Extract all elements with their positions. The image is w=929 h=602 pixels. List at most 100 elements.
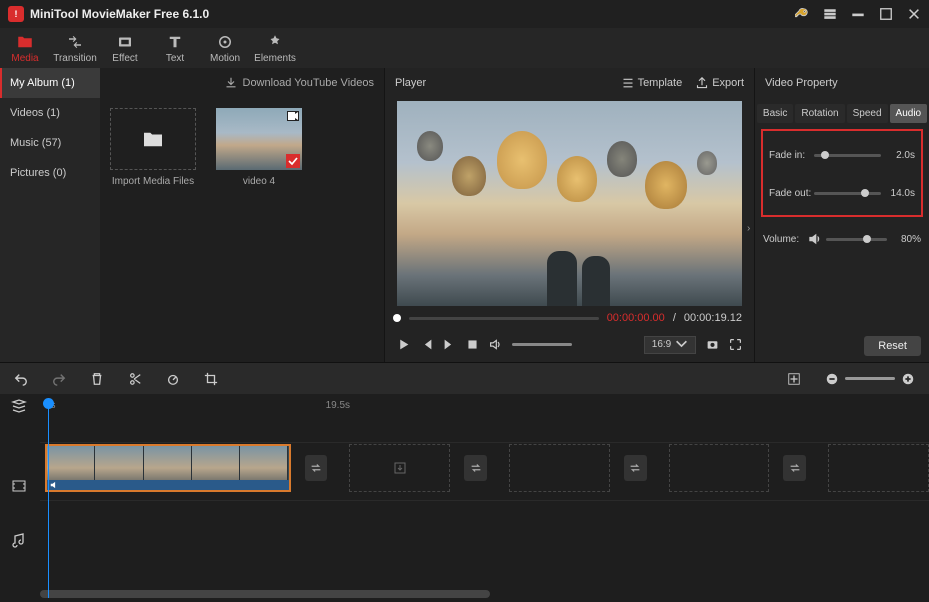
collapse-caret-icon[interactable]: › — [747, 223, 750, 234]
sidebar-item-music[interactable]: Music (57) — [0, 128, 100, 158]
zoom-out-icon[interactable] — [825, 372, 839, 386]
transition-slot-2[interactable] — [464, 455, 487, 481]
tab-motion[interactable]: Motion — [200, 28, 250, 68]
tab-text[interactable]: Text — [150, 28, 200, 68]
timeline-ruler[interactable]: 0s 19.5s — [0, 394, 929, 416]
prev-frame-icon[interactable] — [420, 338, 433, 351]
folder-icon — [16, 33, 34, 51]
tab-elements[interactable]: Elements — [250, 28, 300, 68]
tab-transition-label: Transition — [53, 53, 97, 64]
sidebar-item-pictures[interactable]: Pictures (0) — [0, 158, 100, 188]
volume-icon[interactable] — [489, 338, 502, 351]
stop-icon[interactable] — [466, 338, 479, 351]
volume-slider[interactable] — [826, 238, 887, 241]
clip-placeholder-2[interactable] — [509, 444, 610, 492]
music-track-icon — [11, 532, 27, 548]
tab-media[interactable]: Media — [0, 28, 50, 68]
volume-prop-icon — [808, 232, 822, 246]
key-icon[interactable] — [795, 7, 809, 21]
volume-value: 80% — [887, 234, 921, 245]
transition-slot-3[interactable] — [624, 455, 647, 481]
import-media-button[interactable] — [110, 108, 196, 170]
sidebar: My Album (1) Videos (1) Music (57) Pictu… — [0, 68, 100, 362]
property-panel: › Video Property Basic Rotation Speed Au… — [754, 68, 929, 362]
drop-icon — [392, 460, 408, 476]
template-icon — [622, 77, 634, 89]
video-track[interactable] — [0, 442, 929, 492]
snapshot-icon[interactable] — [706, 338, 719, 351]
video-badge-icon — [287, 111, 299, 121]
timeline-scrollbar[interactable] — [40, 590, 490, 598]
minimize-icon[interactable] — [851, 7, 865, 21]
layers-icon[interactable] — [11, 398, 27, 414]
fade-out-value: 14.0s — [881, 188, 915, 199]
timeline: 0s 19.5s — [0, 394, 929, 602]
folder-open-icon — [142, 130, 164, 148]
player-label: Player — [395, 77, 426, 89]
effect-icon — [116, 33, 134, 51]
player-volume-slider[interactable] — [512, 343, 572, 346]
fade-out-label: Fade out: — [769, 188, 814, 199]
tab-effect[interactable]: Effect — [100, 28, 150, 68]
zoom-slider[interactable] — [845, 377, 895, 380]
player-seek-bar[interactable]: 00:00:00.00 / 00:00:19.12 — [385, 309, 754, 327]
split-icon[interactable] — [128, 372, 142, 386]
video-clip[interactable] — [45, 444, 291, 492]
aspect-ratio-select[interactable]: 16:9 — [644, 336, 696, 354]
player-panel: Player Template Export — [384, 68, 754, 362]
fullscreen-icon[interactable] — [729, 338, 742, 351]
prop-tab-basic[interactable]: Basic — [757, 104, 793, 123]
hamburger-menu-icon[interactable] — [823, 7, 837, 21]
download-youtube-link[interactable]: Download YouTube Videos — [243, 77, 375, 89]
delete-icon[interactable] — [90, 372, 104, 386]
video-track-icon — [11, 478, 27, 494]
zoom-in-icon[interactable] — [901, 372, 915, 386]
close-icon[interactable] — [907, 7, 921, 21]
property-header: Video Property — [755, 68, 929, 98]
time-current: 00:00:00.00 — [607, 312, 665, 324]
clip-placeholder-3[interactable] — [669, 444, 770, 492]
video-preview — [397, 101, 742, 306]
motion-icon — [216, 33, 234, 51]
playhead[interactable] — [48, 398, 49, 598]
media-thumbnail[interactable] — [216, 108, 302, 170]
maximize-icon[interactable] — [879, 7, 893, 21]
time-total: 00:00:19.12 — [684, 312, 742, 324]
transition-slot-1[interactable] — [305, 455, 328, 481]
volume-label: Volume: — [763, 234, 808, 245]
music-track[interactable] — [0, 500, 929, 540]
fade-out-slider[interactable] — [814, 192, 881, 195]
media-panel: Download YouTube Videos Import Media Fil… — [100, 68, 384, 362]
chevron-down-icon — [675, 338, 688, 351]
next-frame-icon[interactable] — [443, 338, 456, 351]
tab-elements-label: Elements — [254, 53, 296, 64]
prop-tab-speed[interactable]: Speed — [847, 104, 888, 123]
tab-transition[interactable]: Transition — [50, 28, 100, 68]
timeline-toolbar — [0, 362, 929, 394]
reset-button[interactable]: Reset — [864, 336, 921, 356]
transition-slot-4[interactable] — [783, 455, 806, 481]
clip-placeholder-4[interactable] — [828, 444, 929, 492]
sidebar-item-videos[interactable]: Videos (1) — [0, 98, 100, 128]
play-icon[interactable] — [397, 338, 410, 351]
app-logo-icon: ! — [8, 6, 24, 22]
redo-icon[interactable] — [52, 372, 66, 386]
app-title: MiniTool MovieMaker Free 6.1.0 — [30, 7, 209, 21]
fit-icon[interactable] — [787, 372, 801, 386]
template-button[interactable]: Template — [622, 77, 683, 89]
elements-icon — [266, 33, 284, 51]
fade-in-value: 2.0s — [881, 150, 915, 161]
clip-placeholder-1[interactable] — [349, 444, 450, 492]
speed-tool-icon[interactable] — [166, 372, 180, 386]
prop-tab-rotation[interactable]: Rotation — [795, 104, 844, 123]
download-icon — [225, 77, 237, 89]
prop-tab-audio[interactable]: Audio — [890, 104, 928, 123]
undo-icon[interactable] — [14, 372, 28, 386]
crop-icon[interactable] — [204, 372, 218, 386]
sidebar-item-album[interactable]: My Album (1) — [0, 68, 100, 98]
fade-in-slider[interactable] — [814, 154, 881, 157]
export-button[interactable]: Export — [696, 77, 744, 89]
tab-motion-label: Motion — [210, 53, 240, 64]
import-media-label: Import Media Files — [110, 176, 196, 187]
tab-effect-label: Effect — [112, 53, 137, 64]
